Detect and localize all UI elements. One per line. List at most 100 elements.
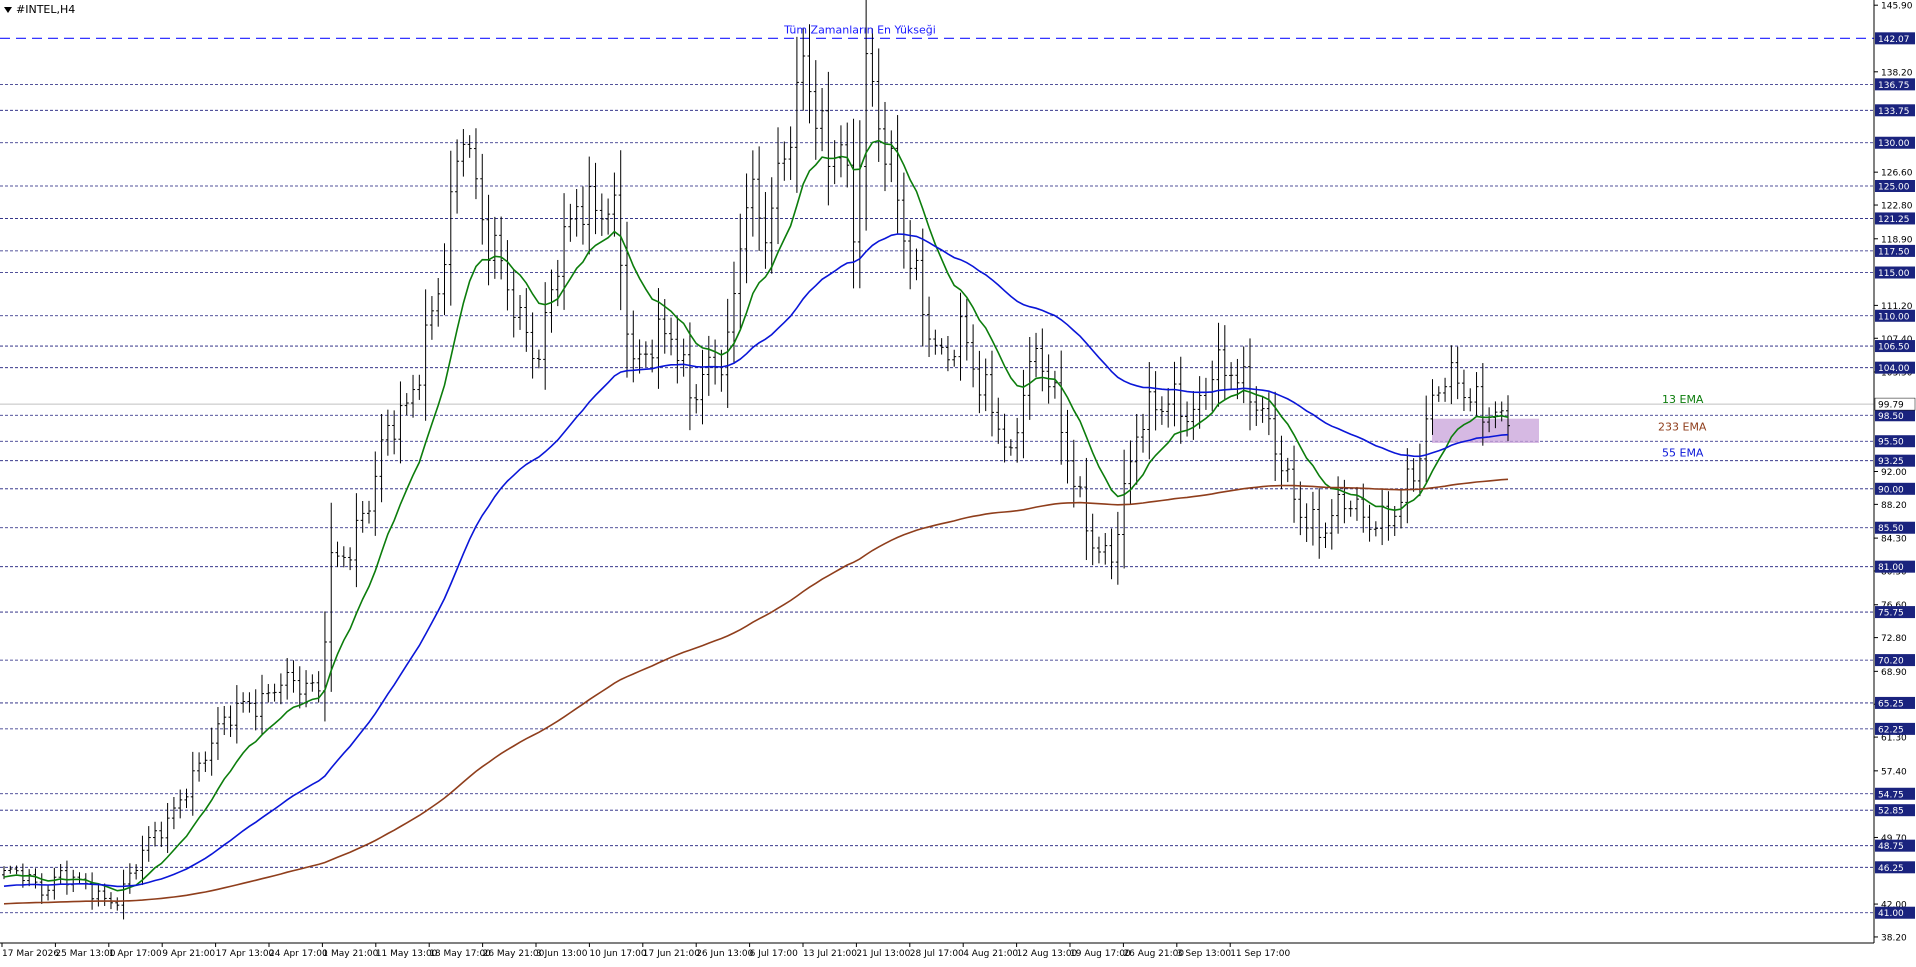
candle[interactable]	[1260, 395, 1265, 423]
candle[interactable]	[1323, 522, 1328, 548]
candle[interactable]	[1078, 476, 1083, 498]
candle[interactable]	[1090, 513, 1095, 566]
candle[interactable]	[285, 658, 290, 700]
chevron-down-icon[interactable]	[4, 6, 12, 13]
candle[interactable]	[1424, 395, 1429, 483]
candle[interactable]	[1342, 479, 1347, 524]
price-chart[interactable]: 145.90138.20126.60122.80118.90111.20107.…	[0, 0, 1916, 963]
candle[interactable]	[1040, 328, 1045, 392]
symbol-label[interactable]: #INTEL,H4	[4, 3, 75, 16]
candle[interactable]	[322, 611, 327, 722]
candle[interactable]	[492, 216, 497, 279]
candle[interactable]	[1002, 413, 1007, 463]
candle[interactable]	[398, 381, 403, 464]
candle[interactable]	[587, 156, 592, 255]
candle[interactable]	[486, 194, 491, 286]
candle[interactable]	[203, 751, 208, 772]
candle[interactable]	[1386, 491, 1391, 541]
candle[interactable]	[52, 867, 57, 900]
candle[interactable]	[1468, 388, 1473, 412]
candle[interactable]	[197, 752, 202, 782]
candle[interactable]	[889, 130, 894, 183]
candle[interactable]	[335, 541, 340, 568]
candle[interactable]	[215, 707, 220, 760]
candle[interactable]	[272, 683, 277, 702]
candle[interactable]	[241, 692, 246, 713]
candle[interactable]	[574, 188, 579, 237]
candle[interactable]	[329, 502, 334, 692]
candle[interactable]	[27, 869, 32, 887]
candle[interactable]	[278, 673, 283, 705]
candle[interactable]	[1241, 346, 1246, 404]
candle[interactable]	[146, 826, 151, 862]
candle[interactable]	[127, 863, 132, 894]
candle[interactable]	[184, 788, 189, 809]
candle[interactable]	[927, 296, 932, 358]
candle[interactable]	[750, 150, 755, 237]
candle[interactable]	[115, 897, 120, 911]
candle[interactable]	[706, 335, 711, 396]
candle[interactable]	[266, 684, 271, 703]
candle[interactable]	[96, 883, 101, 907]
candle[interactable]	[1329, 499, 1334, 550]
candle[interactable]	[731, 261, 736, 364]
candle[interactable]	[171, 796, 176, 830]
candle[interactable]	[1122, 449, 1127, 569]
candle[interactable]	[1008, 439, 1013, 456]
candle[interactable]	[411, 374, 416, 418]
candle[interactable]	[1443, 377, 1448, 402]
candle[interactable]	[782, 141, 787, 181]
candle[interactable]	[769, 177, 774, 274]
candle[interactable]	[643, 341, 648, 367]
candle[interactable]	[511, 269, 516, 338]
candle[interactable]	[681, 338, 686, 377]
candle[interactable]	[1216, 322, 1221, 407]
candle[interactable]	[222, 705, 227, 736]
candle[interactable]	[461, 129, 466, 177]
candle[interactable]	[423, 289, 428, 421]
candle[interactable]	[366, 500, 371, 524]
candle[interactable]	[77, 872, 82, 885]
candle[interactable]	[788, 126, 793, 180]
candle[interactable]	[1052, 370, 1057, 399]
candle[interactable]	[1172, 361, 1177, 427]
candle[interactable]	[637, 339, 642, 374]
candle[interactable]	[1279, 435, 1284, 490]
candle[interactable]	[1304, 503, 1309, 542]
candle[interactable]	[870, 28, 875, 107]
candle[interactable]	[593, 162, 598, 235]
candle[interactable]	[530, 312, 535, 379]
candle[interactable]	[473, 128, 478, 200]
candle[interactable]	[1373, 521, 1378, 537]
candle[interactable]	[832, 140, 837, 185]
candle[interactable]	[1292, 445, 1297, 523]
candle[interactable]	[436, 278, 441, 327]
candle[interactable]	[260, 674, 265, 736]
candle[interactable]	[1436, 386, 1441, 402]
candle[interactable]	[134, 864, 139, 880]
candle[interactable]	[952, 349, 957, 367]
candle[interactable]	[1147, 362, 1152, 460]
candle[interactable]	[71, 869, 76, 893]
candle[interactable]	[580, 186, 585, 245]
candle[interactable]	[1103, 532, 1108, 565]
candle[interactable]	[429, 296, 434, 340]
candle[interactable]	[467, 135, 472, 158]
candle[interactable]	[738, 213, 743, 329]
candle[interactable]	[1134, 414, 1139, 485]
candle[interactable]	[1027, 337, 1032, 420]
candle[interactable]	[524, 288, 529, 352]
candle[interactable]	[687, 322, 692, 431]
candle[interactable]	[971, 324, 976, 388]
candle[interactable]	[190, 751, 195, 816]
candle[interactable]	[1015, 417, 1020, 463]
candle[interactable]	[1298, 481, 1303, 536]
candle[interactable]	[744, 173, 749, 284]
candle[interactable]	[694, 384, 699, 414]
candle[interactable]	[499, 216, 504, 280]
candle[interactable]	[845, 122, 850, 188]
candle[interactable]	[159, 821, 164, 847]
candle[interactable]	[536, 349, 541, 369]
candle[interactable]	[901, 172, 906, 269]
candle[interactable]	[291, 660, 296, 693]
